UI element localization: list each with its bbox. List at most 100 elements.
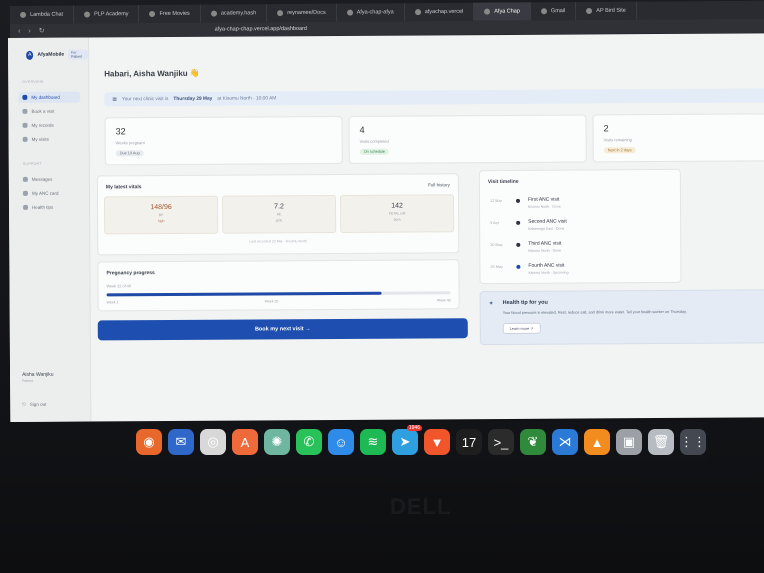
tab-favicon-icon [484, 8, 491, 15]
brave-icon[interactable]: ▼ [424, 429, 450, 455]
tab-label: Lambda Chat [30, 11, 64, 18]
learn-more-button[interactable]: Learn more ↗ [502, 322, 541, 334]
launchpad-icon[interactable]: ⋮⋮ [680, 429, 706, 455]
timeline-dot [516, 220, 521, 225]
sidebar-item[interactable]: Health tips [19, 202, 81, 213]
banner-date: Thursday 29 May [173, 96, 213, 102]
mongodb-icon[interactable]: ❦ [520, 429, 546, 455]
browser-tab[interactable]: Lambda Chat [10, 5, 75, 24]
chatgpt-icon[interactable]: ✺ [264, 429, 290, 455]
sidebar-item-icon [22, 94, 28, 100]
vitals-card: My latest vitals Full history 148/96 BP … [96, 173, 460, 256]
timeline-date: 12 Mar [489, 198, 502, 204]
sparkle-icon: ✦ [488, 301, 494, 308]
sidebar-item-label: Messages [31, 176, 53, 182]
telegram-icon[interactable]: ➤ 1946 [392, 425, 422, 455]
vital-value: 142 [391, 202, 403, 210]
reload-icon[interactable]: ↻ [39, 27, 45, 35]
sidebar-item[interactable]: My records [19, 120, 81, 131]
progress-track [106, 291, 451, 297]
stat-pill: Next in 2 days [603, 147, 636, 154]
greeting-text: Habari, Aisha Wanjiku [104, 68, 188, 79]
signout-label: Sign out [29, 401, 47, 407]
next-visit-banner: ▦ Your next clinic visit is Thursday 29 … [104, 88, 764, 107]
tab-label: academy.hash [220, 10, 257, 17]
timeline-date: 29 May [490, 264, 503, 270]
brand-logo[interactable]: A AfyaMobile For Patient [26, 49, 89, 60]
browser-tab[interactable]: Afya-chap-afya [336, 3, 405, 22]
progress-fill [106, 291, 382, 297]
timeline-item[interactable]: 29 May Fourth ANC visit Kisumu North · U… [480, 262, 680, 285]
stat-value: 4 [359, 124, 365, 135]
disk-utility-icon[interactable]: ▣ [616, 429, 642, 455]
sidebar-item[interactable]: Messages [19, 174, 81, 185]
browser-tab[interactable]: afyachap.vercel [404, 2, 475, 22]
sidebar-item-label: My visits [31, 136, 49, 142]
timeline-name: Second ANC visit [528, 218, 567, 225]
timeline-item[interactable]: 9 Apr Second ANC visit Kakamega East · D… [480, 218, 680, 241]
browser-tab[interactable]: AP Bird Site [576, 1, 637, 21]
finder-icon[interactable]: ☺ [328, 429, 354, 455]
main-content: Habari, Aisha Wanjiku 👋 ▦ Your next clin… [88, 33, 764, 421]
dock-glyph: 🗑 [652, 434, 670, 449]
browser-tab[interactable]: Gmail [530, 2, 577, 21]
firefox-icon[interactable]: ◉ [136, 429, 162, 455]
dock-glyph: ✆ [303, 434, 315, 449]
sidebar-item-label: My ANC card [31, 190, 59, 196]
browser-tab[interactable]: reynamee/Docs [267, 3, 337, 23]
vscode-icon[interactable]: ⋊ [552, 429, 578, 455]
dock-glyph: ➤ [399, 434, 411, 449]
timeline-item[interactable]: 12 Mar First ANC visit Kisumu North · Do… [480, 196, 680, 219]
browser-tab[interactable]: academy.hash [200, 4, 268, 23]
sidebar-item[interactable]: My ANC card [19, 188, 81, 199]
banner-suffix: at Kisumu North · 10:00 AM [217, 95, 277, 102]
forward-icon[interactable]: › [28, 27, 30, 34]
timeline-dot [516, 242, 521, 247]
logo-icon: A [26, 50, 34, 60]
vital-tag: high [157, 219, 165, 224]
sidebar-item[interactable]: My visits [19, 134, 81, 145]
browser-tab[interactable]: Afya Chap [474, 2, 531, 21]
dock-glyph: A [240, 434, 250, 450]
book-visit-button[interactable]: Book my next visit → [97, 318, 468, 341]
stat-label: Visits completed [359, 138, 389, 144]
whatsapp-icon[interactable]: ✆ [296, 429, 322, 455]
url-text[interactable]: afya-chap-chap.vercel.app/dashboard [215, 26, 307, 33]
tab-favicon-icon [346, 9, 353, 16]
tab-favicon-icon [84, 11, 91, 18]
stat-value: 2 [603, 123, 609, 134]
back-icon[interactable]: ‹ [18, 27, 20, 34]
vlc-icon[interactable]: ▲ [584, 429, 610, 455]
progress-mid: Week 20 [264, 299, 279, 304]
full-history-link[interactable]: Full history [428, 182, 450, 187]
browser-tab[interactable]: PLP Academy [74, 5, 140, 24]
tradingview-icon[interactable]: 17 [456, 429, 482, 455]
tab-label: AP Bird Site [596, 7, 626, 14]
terminal-icon[interactable]: >_ [488, 429, 514, 455]
sidebar-item[interactable]: Book a visit [18, 106, 80, 117]
trash-icon[interactable]: 🗑 [648, 429, 674, 455]
sidebar-item-icon [22, 176, 28, 182]
page-title: Habari, Aisha Wanjiku 👋 [104, 69, 200, 79]
sidebar-section-overview: OVERVIEW [22, 79, 44, 84]
spotify-icon[interactable]: ≋ [360, 429, 386, 455]
tab-favicon-icon [277, 10, 284, 17]
app-window: A AfyaMobile For Patient OVERVIEW My das… [8, 33, 764, 422]
sidebar-item[interactable]: My dashboard [18, 91, 81, 103]
dock-glyph: ≋ [367, 434, 379, 449]
thunderbird-icon[interactable]: ✉ [168, 429, 194, 455]
dock-glyph: 17 [461, 434, 477, 450]
dock-glyph: ▲ [590, 434, 604, 450]
progress-subtitle: Week 32 of 40 [106, 284, 131, 289]
signout-button[interactable]: ⎋ Sign out [22, 402, 46, 407]
stat-card-remaining: 2 Visits remaining Next in 2 days [592, 113, 764, 163]
progress-start: Week 1 [106, 300, 119, 305]
brand-name: AfyaMobile [37, 51, 65, 58]
progress-title: Pregnancy progress [106, 270, 155, 277]
vital-tag: bpm [393, 217, 401, 222]
photo-booth-icon[interactable]: ◎ [200, 429, 226, 455]
browser-tab[interactable]: Free Movies [139, 4, 201, 24]
timeline-item[interactable]: 30 May Third ANC visit Kisumu North · Do… [480, 240, 680, 263]
sidebar-item-icon [22, 136, 28, 142]
app-store-icon[interactable]: A [232, 429, 258, 455]
